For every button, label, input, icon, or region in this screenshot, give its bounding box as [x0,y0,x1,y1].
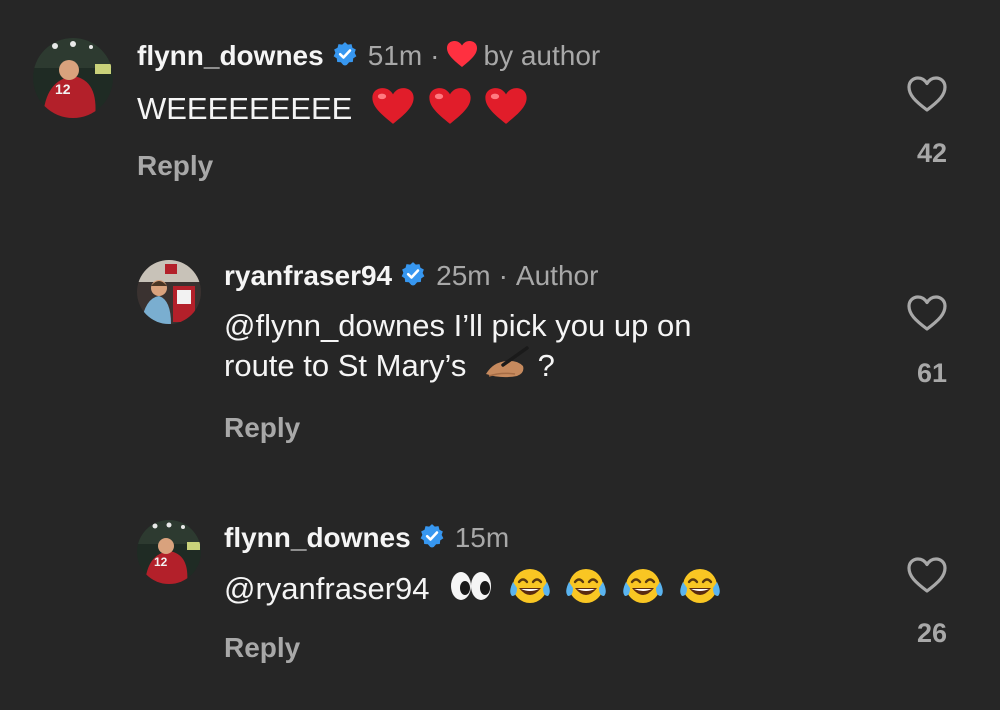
red-heart-emoji-icon [428,86,472,136]
comment-meta: flynn_downes 15m [224,520,509,556]
svg-text:12: 12 [55,81,71,97]
comment-text: WEEEEEEEEE [137,86,528,136]
comments-thread: 12 flynn_downes 51m · by author WEEEEEEE… [0,0,1000,710]
separator-dot: · [430,40,440,71]
heart-outline-icon [907,295,947,331]
verified-badge-icon [419,523,445,554]
reply-button[interactable]: Reply [224,632,300,664]
like-count: 61 [916,358,947,388]
separator-dot: · [498,260,508,291]
comment-body-line-1: I’ll pick you up on [445,308,692,343]
reply-button[interactable]: Reply [224,412,300,444]
comment-body-line-2: route to St Mary’s [224,348,467,384]
comment-text: @flynn_downes I’ll pick you up on route … [224,306,844,390]
comment-2: ryanfraser94 25m · Author @flynn_downes … [0,240,1000,460]
comment-3: 12 flynn_downes 15m @ryanfraser94 Reply … [0,500,1000,710]
avatar[interactable]: 12 [33,38,113,118]
heart-outline-icon [907,76,947,112]
comment-text: @ryanfraser94 [224,566,723,616]
username[interactable]: flynn_downes [224,522,411,554]
avatar[interactable]: 12 [137,520,201,584]
like-count: 42 [916,138,947,168]
comment-body-end: ? [528,348,555,384]
username[interactable]: flynn_downes [137,40,324,72]
timestamp: 25m [436,260,491,291]
author-liked-heart-icon [446,40,478,73]
comment-body: WEEEEEEEEE [137,91,353,127]
red-heart-emoji-icon [371,86,415,136]
like-button[interactable] [905,555,949,600]
tears-of-joy-emoji-icon [563,566,609,616]
tears-of-joy-emoji-icon [620,566,666,616]
comment-1: 12 flynn_downes 51m · by author WEEEEEEE… [0,0,1000,200]
eyes-emoji-icon [448,569,494,613]
timestamp: 51m [367,40,423,71]
comment-meta: ryanfraser94 25m · Author [224,258,598,294]
verified-badge-icon [332,41,358,72]
red-heart-emoji-icon [484,86,528,136]
like-button[interactable] [905,74,949,119]
verified-badge-icon [400,261,426,292]
heart-outline-icon [907,557,947,593]
timestamp: 15m [454,522,510,553]
tears-of-joy-emoji-icon [677,566,723,616]
avatar[interactable] [137,260,201,324]
writing-hand-emoji-icon [483,346,529,390]
mention-link[interactable]: @ryanfraser94 [224,571,430,606]
author-label: Author [515,260,599,291]
comment-meta: flynn_downes 51m · by author [137,38,600,74]
like-count: 26 [916,618,947,648]
like-button[interactable] [905,293,949,338]
svg-text:12: 12 [154,555,168,569]
reply-button[interactable]: Reply [137,150,213,182]
tears-of-joy-emoji-icon [507,566,553,616]
liked-by-author-label: by author [483,40,601,71]
mention-link[interactable]: @flynn_downes [224,308,445,343]
username[interactable]: ryanfraser94 [224,260,392,292]
